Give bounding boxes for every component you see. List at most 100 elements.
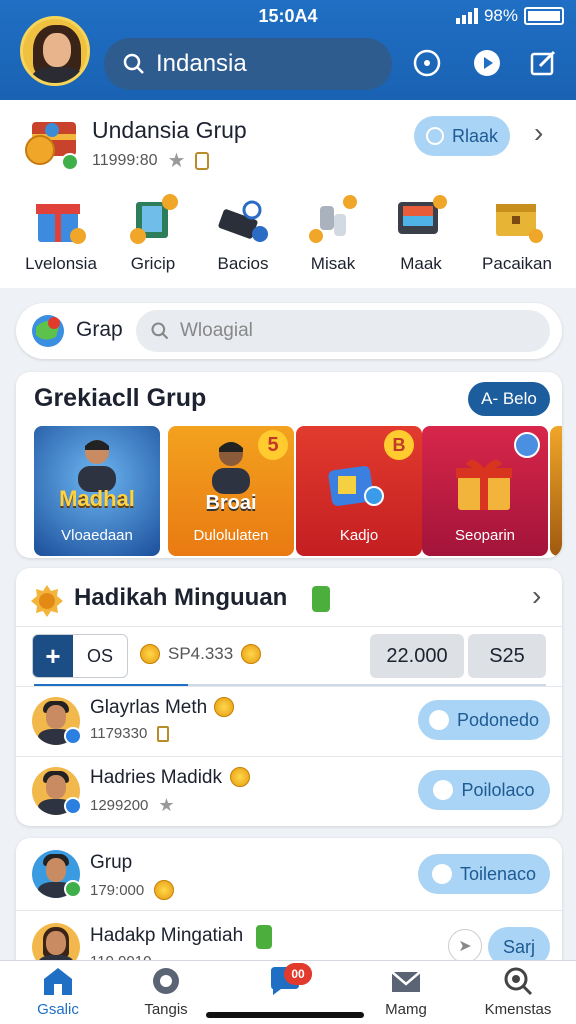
leaderboard-card: Hadikah Minguuan › + OS SP4.333 22.000 S… <box>16 568 562 826</box>
info-icon <box>433 780 454 800</box>
coin-icon <box>154 880 175 900</box>
featured-tile[interactable]: B Kadjo <box>296 426 422 556</box>
search-icon <box>501 965 535 997</box>
row-value-group: 1299200 ★ <box>90 795 175 815</box>
book-icon <box>126 192 180 246</box>
person-icon <box>78 440 116 492</box>
play-button[interactable] <box>470 46 504 80</box>
leaderboard-row[interactable]: Hadries Madidk 1299200 ★ Poilolaco <box>16 756 562 826</box>
home-indicator <box>206 1012 364 1018</box>
group-action-button[interactable]: Rlaak <box>414 116 510 156</box>
filter-input[interactable]: Wloagial <box>136 310 550 352</box>
share-icon <box>514 432 540 458</box>
featured-tile[interactable]: Madhal Vloaedaan <box>34 426 160 556</box>
app-header: 15:0A4 98% Indansia <box>0 0 576 100</box>
row-value-group: 1179330 <box>90 725 170 742</box>
coin-icon <box>241 644 262 664</box>
chevron-right-icon[interactable]: › <box>532 580 541 612</box>
leaderboard-title: Hadikah Minguuan <box>74 584 288 611</box>
coin-icon <box>214 697 234 717</box>
tile-badge: B <box>384 430 414 460</box>
leaderboard-row[interactable]: Glayrlas Meth 1179330 Podonedo <box>16 686 562 756</box>
status-bar-right: 98% <box>455 6 564 26</box>
filter-label: Grap <box>76 318 123 341</box>
search-bar[interactable]: Indansia <box>104 38 392 90</box>
category-item[interactable]: Misak <box>288 192 378 274</box>
category-item[interactable]: Pacaikan <box>472 192 562 274</box>
compass-icon[interactable]: ➤ <box>448 929 482 963</box>
star-icon: ★ <box>158 795 175 815</box>
row-action-button[interactable]: Poilolaco <box>418 770 550 810</box>
tile-label: Kadjo <box>339 527 379 544</box>
nav-groups[interactable]: 05 Tangis <box>116 963 312 1018</box>
group-chest-icon <box>25 122 79 171</box>
mail-icon <box>389 965 423 997</box>
info-icon <box>431 864 452 884</box>
gift-icon <box>34 192 88 246</box>
group-meta: 11999:80 ★ <box>92 148 210 173</box>
person-icon <box>212 442 250 494</box>
play-icon <box>474 50 500 76</box>
category-item[interactable]: Bacios <box>198 192 288 274</box>
gift-icon <box>456 459 512 510</box>
category-item[interactable]: Gricip <box>108 192 198 274</box>
chevron-right-icon[interactable]: › <box>534 117 543 149</box>
row-action-button[interactable]: Podonedo <box>418 700 550 740</box>
verified-icon <box>64 797 82 815</box>
verified-icon <box>64 880 82 898</box>
verified-icon <box>64 727 82 745</box>
stat-box-b: S25 <box>468 634 546 678</box>
nav-search[interactable]: Kmenstas <box>468 965 568 1018</box>
category-item[interactable]: Lvelonsia <box>16 192 106 274</box>
document-icon <box>157 725 170 742</box>
row-value-group: 179:000 <box>90 880 175 900</box>
tab-value[interactable]: OS <box>73 635 127 677</box>
group-row[interactable]: Grup 179:000 Toilenaco <box>16 838 562 908</box>
coin-stack-icon <box>140 644 160 664</box>
document-icon <box>195 151 210 170</box>
row-action-button[interactable]: Toilenaco <box>418 854 550 894</box>
featured-tile[interactable]: 5 Broai Dulolulaten <box>168 426 294 556</box>
tile-badge: 5 <box>258 430 288 460</box>
tile-overlay: Broai <box>205 492 257 514</box>
device-icon <box>394 192 448 246</box>
tile-overlay: Madhal <box>59 486 135 511</box>
group-count: 11999:80 <box>92 151 158 169</box>
globe-icon <box>32 315 64 347</box>
bag-icon <box>216 192 270 246</box>
compose-button[interactable] <box>526 46 560 80</box>
featured-title: Grekiacll Grup <box>34 384 207 412</box>
featured-tile-partial[interactable] <box>550 426 562 556</box>
cash-icon <box>312 586 330 612</box>
edit-circle-icon <box>425 127 444 145</box>
explore-button[interactable] <box>410 46 444 80</box>
row-name: Hadries Madidk <box>90 767 222 788</box>
nav-messages[interactable]: Mamg <box>356 965 456 1018</box>
trophy-icon <box>306 192 360 246</box>
amount-display: SP4.333 <box>140 644 262 664</box>
battery-percent: 98% <box>483 6 518 25</box>
edit-icon <box>530 50 556 76</box>
tile-label: Dulolulaten <box>193 527 269 544</box>
search-icon <box>123 53 144 74</box>
profile-avatar[interactable] <box>20 16 90 86</box>
featured-tile[interactable]: Seoparin <box>422 426 548 556</box>
signal-icon <box>455 8 478 24</box>
home-icon <box>41 965 75 997</box>
row-name: Grup <box>90 852 133 873</box>
groups-icon <box>149 965 183 997</box>
tile-label: Vloaedaan <box>61 527 133 544</box>
nav-chat[interactable]: 00 <box>234 963 334 1001</box>
nav-home[interactable]: Gsalic <box>8 965 108 1018</box>
info-icon <box>428 710 449 730</box>
row-name: Hadakp Mingatiah <box>90 925 244 946</box>
tab-switcher[interactable]: + OS <box>32 634 128 678</box>
category-item[interactable]: Maak <box>376 192 466 274</box>
stat-box-a: 22.000 <box>370 634 464 678</box>
group-list-card: Grup 179:000 Toilenaco Hadakp Mingatiah … <box>16 838 562 978</box>
notification-badge: 00 <box>284 963 312 985</box>
coin-icon <box>230 767 250 787</box>
featured-more-button[interactable]: A- Belo <box>468 382 550 416</box>
add-button[interactable]: + <box>33 635 73 677</box>
treasure-box-icon <box>490 192 544 246</box>
